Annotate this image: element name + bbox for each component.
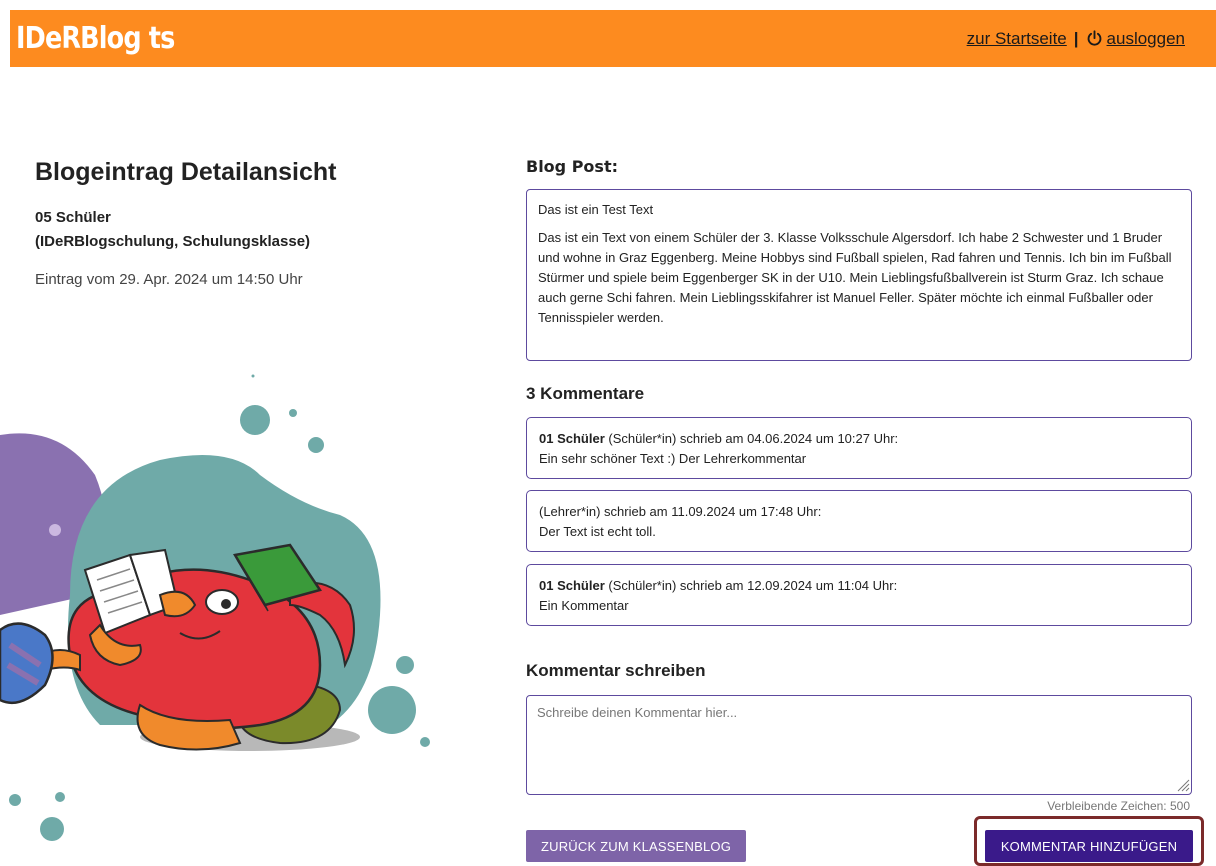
home-link[interactable]: zur Startseite xyxy=(967,29,1067,49)
site-logo[interactable]: IDeRBlog ts xyxy=(16,21,175,56)
comment-input[interactable] xyxy=(526,695,1192,795)
blog-post-content: Das ist ein Test Text Das ist ein Text v… xyxy=(526,189,1192,361)
comment-header: 01 Schüler (Schüler*in) schrieb am 12.09… xyxy=(539,576,1179,596)
comment-text: Der Text ist echt toll. xyxy=(539,524,656,539)
char-counter: Verbleibende Zeichen: 500 xyxy=(1047,799,1190,813)
comment-text: Ein sehr schöner Text :) Der Lehrerkomme… xyxy=(539,451,807,466)
resize-grip-icon[interactable] xyxy=(1176,778,1190,792)
author-school: (IDeRBlogschulung, Schulungsklasse) xyxy=(35,233,311,250)
comment-meta: (Schüler*in) schrieb am 12.09.2024 um 11… xyxy=(604,578,898,593)
comment-item: 01 Schüler (Schüler*in) schrieb am 04.06… xyxy=(526,417,1192,479)
post-paragraph: Das ist ein Text von einem Schüler der 3… xyxy=(538,230,1172,325)
header-nav: zur Startseite | ausloggen xyxy=(967,29,1185,49)
entry-date: Eintrag vom 29. Apr. 2024 um 14:50 Uhr xyxy=(35,271,303,288)
comments-heading: 3 Kommentare xyxy=(526,384,645,403)
blog-post-label: Blog Post: xyxy=(526,157,618,176)
comment-author: 01 Schüler xyxy=(539,578,605,593)
author-name: 05 Schüler xyxy=(35,209,111,226)
comment-meta: (Schüler*in) schrieb am 04.06.2024 um 10… xyxy=(604,431,899,446)
back-to-classblog-button[interactable]: ZURÜCK ZUM KLASSENBLOG xyxy=(526,830,746,862)
add-comment-button[interactable]: KOMMENTAR HINZUFÜGEN xyxy=(985,830,1193,862)
nav-separator: | xyxy=(1073,28,1079,48)
reading-monster-illustration xyxy=(0,374,430,841)
comment-header: (Lehrer*in) schrieb am 11.09.2024 um 17:… xyxy=(539,502,1179,522)
comment-item: (Lehrer*in) schrieb am 11.09.2024 um 17:… xyxy=(526,490,1192,552)
comment-author: 01 Schüler xyxy=(539,431,605,446)
top-bar: IDeRBlog ts zur Startseite | ausloggen xyxy=(10,10,1216,67)
write-comment-heading: Kommentar schreiben xyxy=(526,661,706,680)
power-icon[interactable] xyxy=(1086,30,1103,47)
logout-link[interactable]: ausloggen xyxy=(1107,29,1185,49)
comment-text: Ein Kommentar xyxy=(539,598,629,613)
page-title: Blogeintrag Detailansicht xyxy=(35,158,337,186)
comment-header: 01 Schüler (Schüler*in) schrieb am 04.06… xyxy=(539,429,1179,449)
comment-meta: (Lehrer*in) schrieb am 11.09.2024 um 17:… xyxy=(539,504,822,519)
comment-item: 01 Schüler (Schüler*in) schrieb am 12.09… xyxy=(526,564,1192,626)
post-paragraph: Das ist ein Test Text xyxy=(538,202,654,217)
